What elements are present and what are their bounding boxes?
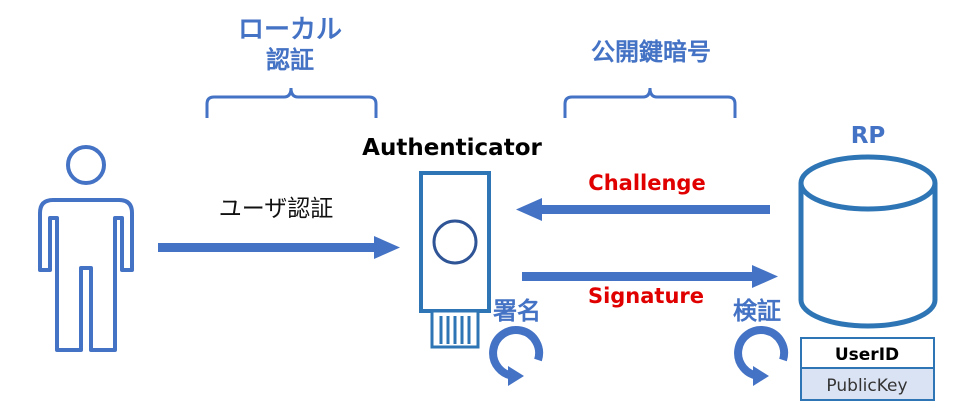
challenge-arrow <box>516 198 770 221</box>
public-key-crypto-label: 公開鍵暗号 <box>591 38 711 66</box>
sign-label: 署名 <box>492 297 541 325</box>
webauthn-diagram: ローカル 認証 公開鍵暗号 Authenticator RP ユーザ認証 Cha… <box>38 15 938 401</box>
sign-cycle-icon <box>489 326 544 386</box>
local-auth-label-line2: 認証 <box>266 46 314 74</box>
rp-key-table: UserID PublicKey <box>800 337 935 401</box>
userid-cell: UserID <box>835 345 899 365</box>
user-auth-arrow <box>158 236 400 259</box>
user-auth-label: ユーザ認証 <box>219 196 334 222</box>
challenge-label: Challenge <box>588 171 705 195</box>
verify-cycle-icon <box>734 326 789 386</box>
database-cylinder-icon <box>798 154 938 329</box>
public-key-crypto-brace <box>563 87 737 118</box>
publickey-cell: PublicKey <box>826 376 907 396</box>
rp-label: RP <box>851 123 886 149</box>
verify-label: 検証 <box>733 297 781 325</box>
local-auth-label-line1: ローカル <box>238 15 342 45</box>
security-key-icon <box>419 171 491 349</box>
person-icon <box>38 145 134 352</box>
diagram-stage: ローカル 認証 公開鍵暗号 Authenticator RP ユーザ認証 Cha… <box>0 0 966 420</box>
local-auth-brace <box>205 87 378 118</box>
authenticator-label: Authenticator <box>362 135 542 161</box>
signature-label: Signature <box>588 284 704 308</box>
